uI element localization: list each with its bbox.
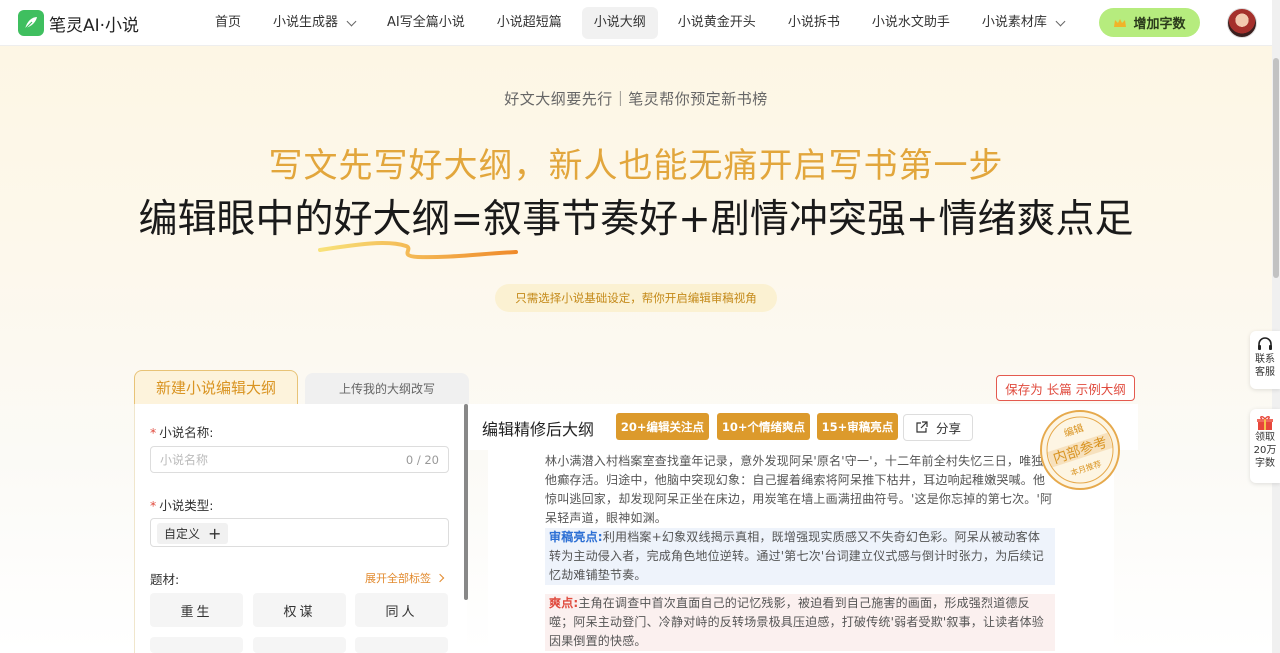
novel-type-label: * 小说类型: bbox=[150, 498, 214, 513]
share-label: 分享 bbox=[935, 421, 961, 436]
novel-type-field[interactable]: 自定义 + bbox=[150, 518, 449, 547]
genre-option-partial[interactable] bbox=[253, 637, 346, 653]
genre-option[interactable]: 权谋 bbox=[253, 593, 346, 627]
nav-item[interactable]: 小说水文助手 bbox=[860, 7, 962, 39]
scrollbar-thumb[interactable] bbox=[1273, 58, 1279, 278]
expand-tags-label: 展开全部标签 bbox=[365, 572, 431, 585]
nav-item[interactable]: AI写全篇小说 bbox=[375, 7, 477, 39]
review-highlight-text: 利用档案+幻象双线揭示真相，既增强现实质感又不失奇幻色彩。阿呆从被动客体转为主动… bbox=[549, 530, 1045, 582]
nav-item[interactable]: 小说生成器 bbox=[261, 7, 367, 39]
top-navbar: 笔灵AI·小说 首页 小说生成器 AI写全篇小说 小说超短篇 小说大纲 小说黄金开头 小说拆… bbox=[0, 0, 1272, 46]
satisfaction-point-tag: 爽点: bbox=[549, 596, 579, 610]
nav-item[interactable]: 首页 bbox=[203, 7, 253, 39]
genre-option-partial[interactable] bbox=[150, 637, 243, 653]
novel-name-input[interactable] bbox=[160, 452, 390, 468]
novel-name-label: * 小说名称: bbox=[150, 425, 214, 440]
internal-reference-stamp: 编辑 内部参考 本月推荐 bbox=[1040, 410, 1120, 490]
nav-item-label: 小说拆书 bbox=[787, 15, 840, 30]
customer-service-label: 联系客服 bbox=[1255, 354, 1275, 378]
nav-item-label: 小说超短篇 bbox=[496, 15, 562, 30]
nav-item[interactable]: 小说黄金开头 bbox=[666, 7, 768, 39]
genre-option[interactable]: 重生 bbox=[150, 593, 243, 627]
review-highlight-tag: 审稿亮点: bbox=[549, 530, 603, 544]
hint-pill: 只需选择小说基础设定，帮你开启编辑审稿视角 bbox=[495, 284, 777, 312]
editor-focus-badge: 20+编辑关注点 bbox=[616, 413, 709, 440]
nav-item-label: 小说水文助手 bbox=[871, 15, 950, 30]
outline-paragraph: 林小满潜入村档案室查找童年记录，意外发现阿呆'原名'守一'，十二年前全村失忆三日… bbox=[545, 454, 1053, 525]
feather-logo-icon bbox=[18, 10, 44, 36]
custom-type-chip-label: 自定义 bbox=[164, 527, 201, 541]
hero-headline-primary: 写文先写好大纲，新人也能无痛开启写书第一步 bbox=[268, 146, 1004, 186]
hero-headline-secondary: 编辑眼中的好大纲=叙事节奏好+剧情冲突强+情绪爽点足 bbox=[138, 197, 1134, 242]
save-example-button[interactable]: 保存为 长篇 示例大纲 bbox=[996, 375, 1135, 401]
main-nav: 首页 小说生成器 AI写全篇小说 小说超短篇 小说大纲 小说黄金开头 小说拆书 小说水文助手 小… bbox=[203, 6, 1084, 40]
nav-item[interactable]: 小说拆书 bbox=[776, 7, 852, 39]
logo-text: 笔灵AI·小说 bbox=[49, 15, 140, 36]
genre-label: 题材: bbox=[150, 572, 180, 587]
nav-item[interactable]: 小说大纲 bbox=[581, 7, 658, 39]
chevron-down-icon bbox=[346, 16, 357, 26]
gift-icon bbox=[1257, 416, 1273, 430]
add-words-button[interactable]: 增加字数 bbox=[1099, 8, 1200, 37]
nav-item-label: 小说大纲 bbox=[593, 15, 646, 30]
nav-item[interactable]: 小说素材库 bbox=[970, 7, 1076, 39]
claim-words-label: 领取20万字数 bbox=[1253, 432, 1277, 469]
novel-name-field[interactable]: 0 / 20 bbox=[150, 446, 449, 473]
preview-title: 编辑精修后大纲 bbox=[482, 420, 595, 439]
headset-icon bbox=[1258, 337, 1272, 350]
chevron-down-icon bbox=[1055, 16, 1066, 26]
genre-option[interactable]: 同人 bbox=[355, 593, 448, 627]
plus-icon[interactable]: + bbox=[208, 525, 221, 542]
nav-item-label: 小说黄金开头 bbox=[677, 15, 756, 30]
chevron-right-icon bbox=[435, 573, 445, 583]
user-avatar[interactable] bbox=[1227, 8, 1257, 38]
underline-swoosh bbox=[318, 241, 518, 260]
satisfaction-point-block: 爽点:主角在调查中首次直面自己的记忆残影，被迫看到自己施害的画面，形成强烈道德反… bbox=[545, 594, 1055, 651]
nav-item-label: AI写全篇小说 bbox=[387, 15, 465, 30]
app-logo[interactable]: 笔灵AI·小说 bbox=[18, 10, 139, 36]
nav-item-label: 首页 bbox=[215, 15, 242, 30]
expand-tags-link[interactable]: 展开全部标签 bbox=[365, 570, 445, 586]
emotion-points-badge: 10+个情绪爽点 bbox=[717, 413, 810, 440]
nav-item-label: 小说素材库 bbox=[981, 15, 1047, 30]
share-icon bbox=[916, 421, 928, 433]
claim-words-button[interactable]: 领取20万字数 bbox=[1250, 409, 1280, 483]
nav-item-label: 小说生成器 bbox=[273, 15, 339, 30]
custom-type-chip[interactable]: 自定义 + bbox=[157, 523, 229, 544]
hero-subtitle: 好文大纲要先行｜笔灵帮你预定新书榜 bbox=[504, 90, 768, 108]
add-words-label: 增加字数 bbox=[1133, 17, 1186, 32]
page-scrollbar[interactable] bbox=[1272, 0, 1280, 653]
crown-icon bbox=[1114, 18, 1127, 27]
nav-item[interactable]: 小说超短篇 bbox=[485, 7, 574, 39]
customer-service-button[interactable]: 联系客服 bbox=[1250, 331, 1280, 389]
tab-new-outline[interactable]: 新建小说编辑大纲 bbox=[134, 370, 298, 404]
share-button[interactable]: 分享 bbox=[903, 414, 973, 441]
satisfaction-point-text: 主角在调查中首次直面自己的记忆残影，被迫看到自己施害的画面，形成强烈道德反噬；阿… bbox=[549, 596, 1045, 648]
tab-upload-outline[interactable]: 上传我的大纲改写 bbox=[305, 373, 469, 404]
review-highlight-block: 审稿亮点:利用档案+幻象双线揭示真相，既增强现实质感又不失奇幻色彩。阿呆从被动客… bbox=[545, 528, 1055, 585]
review-highlights-badge: 15+审稿亮点 bbox=[817, 413, 898, 440]
genre-option-partial[interactable] bbox=[355, 637, 448, 653]
name-char-counter: 0 / 20 bbox=[405, 453, 439, 467]
